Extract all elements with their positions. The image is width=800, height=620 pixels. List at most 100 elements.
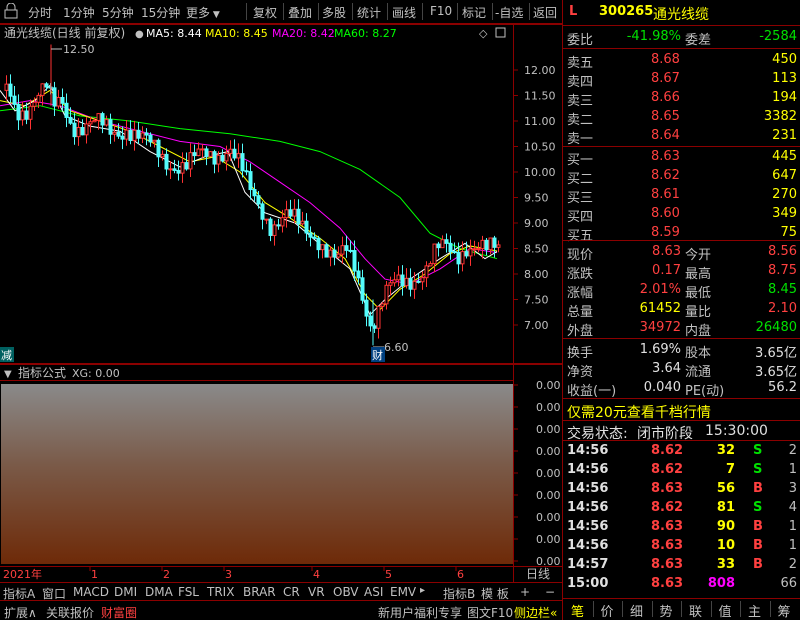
wealth-circle-button[interactable]: 财富圈 [101,604,137,620]
high-price-marker: 12.50 [63,43,95,56]
market-tag: L [569,4,578,19]
tab-vr[interactable]: VR [308,585,325,599]
tab-divider [651,601,653,617]
quote-tab[interactable]: 细 [630,601,643,620]
tick-row: 14:56 8.63 10 B 1 [563,537,800,556]
candle-body [36,94,41,103]
candle-body [20,110,25,121]
more-menu[interactable]: 更多 ▼ [186,4,220,21]
mark-button[interactable]: 标记 [462,4,486,21]
price-tick-label: 10.50 [524,141,556,154]
f10-graphic-button[interactable]: 图文F10 [467,604,513,620]
candle-body [176,169,181,174]
tab-fsl[interactable]: FSL [178,585,199,599]
reduce-tag[interactable]: 减 [1,349,12,362]
candle-body [220,154,225,162]
remove-favorite-button[interactable]: -自选 [495,4,523,21]
quote-tab[interactable]: 筹 [778,601,791,620]
stat-label: 最高 [685,267,712,282]
fuquan-button[interactable]: 复权 [253,4,277,21]
quote-tab[interactable]: 值 [719,601,732,620]
candle-body [52,87,57,107]
promo-text[interactable]: 仅需20元查看千档行情 [567,402,711,422]
indicator-tick-label: 0.00 [536,467,561,480]
indicator-title[interactable]: 指标公式 [18,365,66,380]
buy-level-volume: 647 [772,168,797,183]
tab-1min[interactable]: 1分钟 [63,4,95,21]
expand-button[interactable]: 扩展∧ [4,604,37,620]
draw-line-button[interactable]: 画线 [392,4,416,21]
candle-body [348,249,353,252]
tab-15min[interactable]: 15分钟 [141,4,180,21]
back-button[interactable]: 返回 [533,4,557,21]
candle-body [296,208,301,225]
price-tick-label: 12.00 [524,64,556,77]
stat-row: 外盘 34972 内盘 26480 [563,319,800,339]
candle-body [288,209,293,217]
stat-label: 量比 [685,305,712,320]
candle-body [92,119,97,123]
candlestick-chart[interactable]: 12.00 11.50 11.00 10.50 10.00 9.50 9.00 8.50 8.0… [0,24,562,364]
sell-level-volume: 3382 [763,109,797,124]
candle-body [452,251,457,254]
trade-time: 15:30:00 [705,423,768,439]
plus-button[interactable]: + [520,585,530,599]
tab-emv[interactable]: EMV [390,585,416,599]
settings-icon[interactable]: ● [135,29,144,40]
tab-obv[interactable]: OBV [333,585,359,599]
tab-asi[interactable]: ASI [364,585,383,599]
candle-body [396,274,401,281]
tick-price: 8.63 [651,519,684,534]
tick-volume: 7 [725,462,735,477]
tab-5min[interactable]: 5分钟 [102,4,134,21]
tab-dma[interactable]: DMA [145,585,173,599]
candle-body [472,248,477,251]
quote-tab[interactable]: 联 [689,601,702,620]
fundamental-label: 收益(一) [567,384,617,399]
tab-trix[interactable]: TRIX [207,585,234,599]
multi-stock-button[interactable]: 多股 [322,4,346,21]
tab-scroll-icon[interactable]: ▸ [420,585,425,596]
ma10-legend: MA10: 8.45 [205,27,268,40]
finance-tag[interactable]: 财 [372,348,383,362]
tab-divider [740,601,741,617]
new-user-promo-link[interactable]: 新用户福利专享 [378,604,462,620]
fundamental-value: 3.64 [652,361,681,376]
tab-cr[interactable]: CR [283,585,300,599]
quote-tab[interactable]: 势 [660,601,673,620]
tab-dmi[interactable]: DMI [114,585,137,599]
period-label[interactable]: 日线 [526,567,550,581]
tab-macd[interactable]: MACD [73,585,109,599]
candle-body [324,244,329,258]
tick-time: 15:00 [567,576,609,591]
f10-button[interactable]: F10 [430,4,452,18]
diamond-icon[interactable]: ◇ [479,27,488,40]
stat-row: 总量 61452 量比 2.10 [563,300,800,320]
related-quote-button[interactable]: 关联报价 [46,604,94,620]
weibi-row: 委比 -41.98% 委差 -2584 [563,28,800,48]
indicator-chart[interactable]: ▼ 指标公式 XG: 0.00 0.00 0.00 0.00 0.00 0.00 0.00… [0,364,562,566]
tick-direction: B [753,481,763,496]
candle-body [376,305,381,329]
quote-tab[interactable]: 笔 [571,601,584,620]
lock-icon[interactable] [4,2,18,19]
quote-tab[interactable]: 主 [748,601,761,620]
candle-body [128,129,133,142]
promo-row[interactable]: 仅需20元查看千档行情 [563,401,800,422]
buy-level-volume: 270 [772,187,797,202]
indicator-fill [1,384,513,564]
tab-brar[interactable]: BRAR [243,585,276,599]
stat-value: 8.45 [768,282,797,297]
statistics-button[interactable]: 统计 [357,4,381,21]
overlay-button[interactable]: 叠加 [288,4,312,21]
stat-label: 现价 [567,248,594,263]
candle-body [24,110,29,120]
price-tick-label: 7.50 [524,294,549,307]
tab-fenshi[interactable]: 分时 [28,4,52,21]
indicator-tick-label: 0.00 [536,445,561,458]
candle-body [56,97,61,107]
sidebar-toggle[interactable]: 侧边栏« [514,604,557,620]
quote-tab[interactable]: 价 [601,601,614,620]
indicator-settings-icon[interactable]: ▼ [4,369,12,380]
minus-button[interactable]: − [545,585,555,599]
